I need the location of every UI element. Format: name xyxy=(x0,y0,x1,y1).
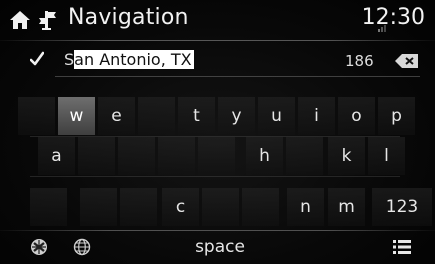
key-g[interactable] xyxy=(198,137,235,175)
navigation-search-screen: Navigation 12:30 San Antonio, TX 186 w e… xyxy=(0,0,435,264)
key-n[interactable]: n xyxy=(287,188,324,226)
home-icon[interactable] xyxy=(9,9,31,31)
key-q[interactable] xyxy=(18,97,55,135)
key-numbers[interactable]: 123 xyxy=(372,188,432,226)
list-icon[interactable] xyxy=(393,239,411,255)
key-d[interactable] xyxy=(118,137,155,175)
key-w[interactable]: w xyxy=(58,97,95,135)
key-c[interactable]: c xyxy=(162,188,199,226)
key-l[interactable]: l xyxy=(368,137,405,175)
key-b[interactable] xyxy=(242,188,279,226)
key-p[interactable]: p xyxy=(378,97,415,135)
globe-icon[interactable] xyxy=(73,238,91,256)
page-title: Navigation xyxy=(68,5,189,30)
key-o[interactable]: o xyxy=(338,97,375,135)
header-bar: Navigation 12:30 xyxy=(0,0,435,44)
flag-icon[interactable] xyxy=(30,238,48,256)
bottom-divider xyxy=(0,230,435,231)
header-divider xyxy=(0,40,435,41)
autocomplete-suggestion: an Antonio, TX xyxy=(74,50,194,69)
key-i[interactable]: i xyxy=(298,97,335,135)
key-h[interactable]: h xyxy=(246,137,283,175)
key-t[interactable]: t xyxy=(178,97,215,135)
key-a[interactable]: a xyxy=(38,137,75,175)
space-key[interactable]: space xyxy=(180,234,260,260)
search-entry-row: San Antonio, TX 186 xyxy=(0,44,435,78)
navigation-icon xyxy=(39,11,56,30)
key-x[interactable] xyxy=(120,188,157,226)
typed-text: S xyxy=(64,50,75,69)
backspace-icon[interactable] xyxy=(394,53,420,69)
key-y[interactable]: y xyxy=(218,97,255,135)
match-count: 186 xyxy=(345,52,374,70)
checkmark-icon[interactable] xyxy=(30,51,44,67)
key-j[interactable] xyxy=(286,137,323,175)
key-s[interactable] xyxy=(78,137,115,175)
key-r[interactable] xyxy=(138,97,175,135)
entry-underline xyxy=(55,76,420,77)
key-k[interactable]: k xyxy=(328,137,365,175)
key-f[interactable] xyxy=(158,137,195,175)
search-input[interactable]: San Antonio, TX xyxy=(64,50,194,70)
key-u[interactable]: u xyxy=(258,97,295,135)
key-m[interactable]: m xyxy=(328,188,365,226)
key-z[interactable] xyxy=(80,188,117,226)
clock: 12:30 xyxy=(361,5,425,30)
key-shift[interactable] xyxy=(30,188,67,226)
key-v[interactable] xyxy=(202,188,239,226)
key-e[interactable]: e xyxy=(98,97,135,135)
keyboard-row-divider xyxy=(30,176,400,177)
